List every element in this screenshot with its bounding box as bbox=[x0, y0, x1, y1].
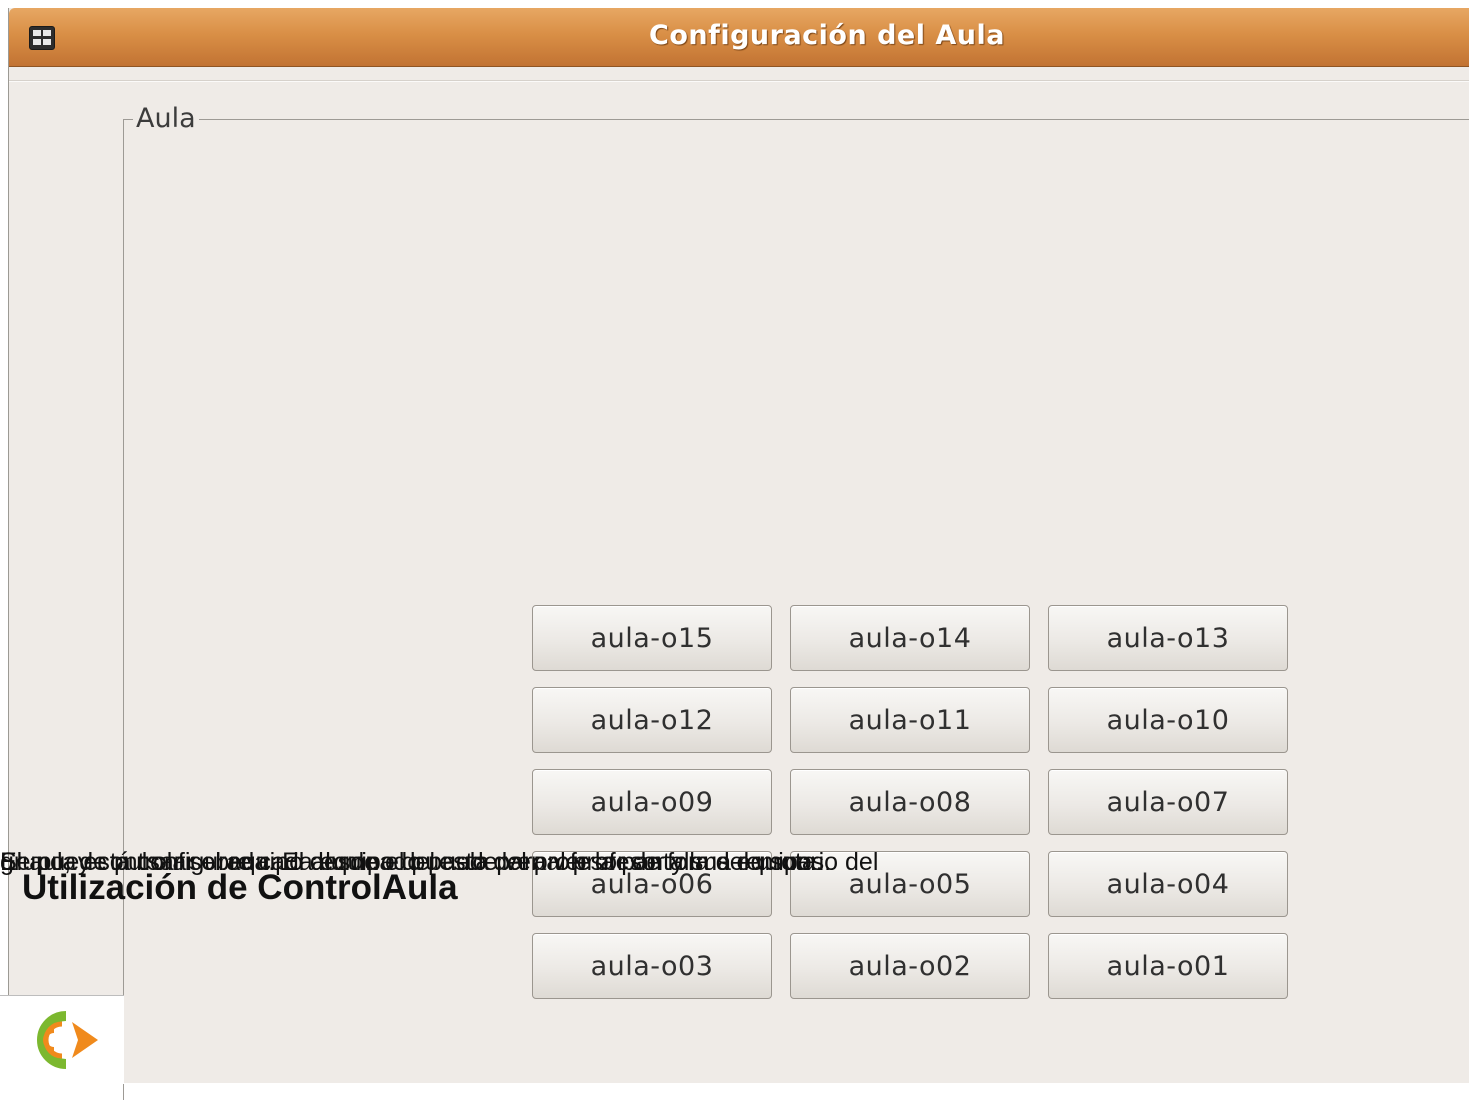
computer-button-o07[interactable]: aula-o07 bbox=[1048, 769, 1288, 835]
window-menu-icon[interactable] bbox=[29, 26, 55, 50]
computer-button-o11[interactable]: aula-o11 bbox=[790, 687, 1030, 753]
aula-frame-legend: Aula bbox=[133, 103, 199, 134]
computer-button-o10[interactable]: aula-o10 bbox=[1048, 687, 1288, 753]
controlaula-logo-icon bbox=[37, 1011, 98, 1069]
logo-area bbox=[0, 995, 124, 1084]
slide-heading: Utilización de ControlAula bbox=[22, 868, 458, 907]
computer-button-o08[interactable]: aula-o08 bbox=[790, 769, 1030, 835]
computer-button-o13[interactable]: aula-o13 bbox=[1048, 605, 1288, 671]
computer-grid: aula-o15 aula-o14 aula-o13 aula-o12 aula… bbox=[532, 605, 1288, 999]
computer-button-o01[interactable]: aula-o01 bbox=[1048, 933, 1288, 999]
computer-button-o12[interactable]: aula-o12 bbox=[532, 687, 772, 753]
computer-button-o14[interactable]: aula-o14 bbox=[790, 605, 1030, 671]
computer-button-o09[interactable]: aula-o09 bbox=[532, 769, 772, 835]
window-title: Configuración del Aula bbox=[649, 20, 1005, 51]
computer-button-o03[interactable]: aula-o03 bbox=[532, 933, 772, 999]
computer-button-o02[interactable]: aula-o02 bbox=[790, 933, 1030, 999]
computer-button-o15[interactable]: aula-o15 bbox=[532, 605, 772, 671]
title-bar[interactable]: Configuración del Aula bbox=[9, 8, 1469, 67]
separator bbox=[9, 80, 1469, 82]
